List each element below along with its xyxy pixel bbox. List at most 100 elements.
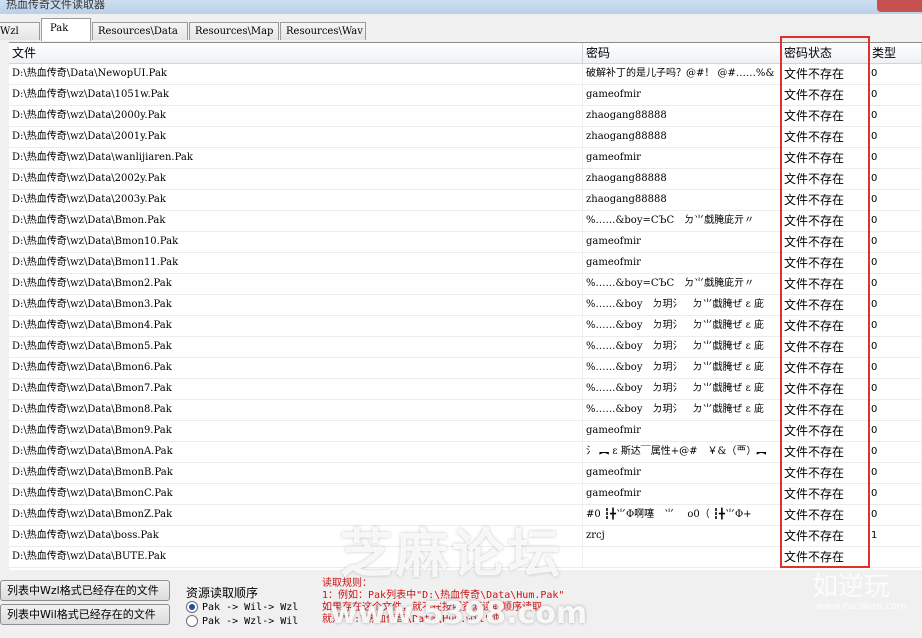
window-title: 热血传奇文件读取器 xyxy=(6,0,105,11)
cell-type: 0 xyxy=(869,190,922,210)
tab-wzl[interactable]: Wzl xyxy=(0,22,40,40)
cell-type: 0 xyxy=(869,337,922,357)
table-row[interactable]: D:\热血传奇\wz\Data\BmonC.Pak gameofmir 文件不存在 0 xyxy=(9,484,922,505)
table-row[interactable]: D:\热血传奇\wz\Data\Bmon5.Pak %……&boy ㄉ玥氵 ㄉ⺌戱… xyxy=(9,337,922,358)
cell-status: 文件不存在 xyxy=(781,526,869,546)
table-row[interactable]: D:\热血传奇\wz\Data\2002y.Pak zhaogang88888 文件… xyxy=(9,169,922,190)
corner-watermark: 如逆玩 xyxy=(812,572,891,602)
cell-status: 文件不存在 xyxy=(781,106,869,126)
cell-password: gameofmir xyxy=(583,421,781,441)
cell-file: D:\热血传奇\wz\Data\Bmon5.Pak xyxy=(9,337,583,357)
tab-resources-map[interactable]: Resources\Map xyxy=(189,22,279,40)
forum-watermark: 芝麻论坛 xyxy=(340,525,565,585)
tab-resources-wav[interactable]: Resources\Wav xyxy=(280,22,366,40)
col-header-type[interactable]: 类型 xyxy=(869,43,922,63)
table-row[interactable]: D:\热血传奇\wz\Data\wanlijiaren.Pak gameofmir… xyxy=(9,148,922,169)
table-row[interactable]: D:\热血传奇\wz\Data\Bmon9.Pak gameofmir 文件不存在 0 xyxy=(9,421,922,442)
corner-watermark-url: www.ruciwan.com xyxy=(816,601,907,612)
cell-type: 0 xyxy=(869,253,922,273)
cell-password: %……&boy=CЪC ㄉ⺌戱腌庛亓〃 xyxy=(583,274,781,294)
cell-status: 文件不存在 xyxy=(781,64,869,84)
close-button[interactable] xyxy=(877,0,922,12)
cell-status: 文件不存在 xyxy=(781,190,869,210)
cell-file: D:\热血传奇\wz\Data\BmonA.Pak xyxy=(9,442,583,462)
cell-password xyxy=(583,547,781,567)
cell-file: D:\热血传奇\wz\Data\2000y.Pak xyxy=(9,106,583,126)
cell-status: 文件不存在 xyxy=(781,148,869,168)
cell-status: 文件不存在 xyxy=(781,505,869,525)
cell-status: 文件不存在 xyxy=(781,337,869,357)
read-order-option-1[interactable]: Pak -> Wil-> Wzl xyxy=(186,601,298,615)
wil-existing-files-button[interactable]: 列表中Wil格式已经存在的文件 xyxy=(0,604,170,625)
table-row[interactable]: D:\热血传奇\wz\Data\2000y.Pak zhaogang88888 文件… xyxy=(9,106,922,127)
table-header: 文件 密码 密码状态 类型 xyxy=(9,43,922,64)
cell-password: %……&boy=CЪC ㄉ⺌戱腌庛亓〃 xyxy=(583,211,781,231)
wzl-existing-files-button[interactable]: 列表中Wzl格式已经存在的文件 xyxy=(0,580,170,601)
cell-type: 0 xyxy=(869,64,922,84)
cell-file: D:\热血传奇\wz\Data\Bmon7.Pak xyxy=(9,379,583,399)
radio-unselected-icon[interactable] xyxy=(186,615,198,627)
cell-file: D:\热血传奇\wz\Data\Bmon2.Pak xyxy=(9,274,583,294)
cell-type: 0 xyxy=(869,295,922,315)
cell-file: D:\热血传奇\wz\Data\Bmon9.Pak xyxy=(9,421,583,441)
table-row[interactable]: D:\热血传奇\wz\Data\Bmon10.Pak gameofmir 文件不存在… xyxy=(9,232,922,253)
cell-type: 0 xyxy=(869,232,922,252)
cell-password: gameofmir xyxy=(583,232,781,252)
radio-selected-icon[interactable] xyxy=(186,601,198,613)
table-row[interactable]: D:\热血传奇\wz\Data\2003y.Pak zhaogang88888 文件… xyxy=(9,190,922,211)
table-row[interactable]: D:\热血传奇\Data\NewopUI.Pak 破解补丁的是儿子吗？@#！ @#… xyxy=(9,64,922,85)
table-row[interactable]: D:\热血传奇\wz\Data\Bmon11.Pak gameofmir 文件不存在… xyxy=(9,253,922,274)
cell-password: %……&boy ㄉ玥氵 ㄉ⺌戱腌ぜ ε 庛 xyxy=(583,379,781,399)
table-row[interactable]: D:\热血传奇\wz\Data\BmonA.Pak 氵 ︻ ε 斯达￣属性+@# … xyxy=(9,442,922,463)
file-list-table: 文件 密码 密码状态 类型 D:\热血传奇\Data\NewopUI.Pak 破解… xyxy=(9,42,922,571)
cell-password: zhaogang88888 xyxy=(583,190,781,210)
read-order-option-2[interactable]: Pak -> Wzl-> Wil xyxy=(186,615,298,629)
cell-file: D:\热血传奇\wz\Data\Bmon3.Pak xyxy=(9,295,583,315)
cell-type: 0 xyxy=(869,400,922,420)
cell-type: 0 xyxy=(869,85,922,105)
tab-strip: Wzl Pak Resources\Data Resources\Map Res… xyxy=(0,18,922,42)
table-row[interactable]: D:\热血传奇\wz\Data\BmonB.Pak gameofmir 文件不存在 0 xyxy=(9,463,922,484)
tab-pak[interactable]: Pak xyxy=(41,18,91,41)
cell-file: D:\热血传奇\wz\Data\Bmon.Pak xyxy=(9,211,583,231)
cell-status: 文件不存在 xyxy=(781,85,869,105)
cell-password: gameofmir xyxy=(583,85,781,105)
table-row[interactable]: D:\热血传奇\wz\Data\Bmon6.Pak %……&boy ㄉ玥氵 ㄉ⺌戱… xyxy=(9,358,922,379)
table-row[interactable]: D:\热血传奇\wz\Data\1051w.Pak gameofmir 文件不存在 0 xyxy=(9,85,922,106)
cell-type: 1 xyxy=(869,526,922,546)
cell-file: D:\热血传奇\wz\Data\Bmon10.Pak xyxy=(9,232,583,252)
table-row[interactable]: D:\热血传奇\wz\Data\Bmon3.Pak %……&boy ㄉ玥氵 ㄉ⺌戱… xyxy=(9,295,922,316)
cell-status: 文件不存在 xyxy=(781,463,869,483)
table-row[interactable]: D:\热血传奇\wz\Data\Bmon4.Pak %……&boy ㄉ玥氵 ㄉ⺌戱… xyxy=(9,316,922,337)
cell-type: 0 xyxy=(869,148,922,168)
table-body: D:\热血传奇\Data\NewopUI.Pak 破解补丁的是儿子吗？@#！ @#… xyxy=(9,64,922,568)
cell-password: %……&boy ㄉ玥氵 ㄉ⺌戱腌ぜ ε 庛 xyxy=(583,295,781,315)
cell-file: D:\热血传奇\wz\Data\2002y.Pak xyxy=(9,169,583,189)
table-row[interactable]: D:\热血传奇\wz\Data\Bmon8.Pak %……&boy ㄉ玥氵 ㄉ⺌戱… xyxy=(9,400,922,421)
table-row[interactable]: D:\热血传奇\wz\Data\Bmon7.Pak %……&boy ㄉ玥氵 ㄉ⺌戱… xyxy=(9,379,922,400)
cell-password: gameofmir xyxy=(583,253,781,273)
table-row[interactable]: D:\热血传奇\wz\Data\Bmon2.Pak %……&boy=CЪC ㄉ⺌戱… xyxy=(9,274,922,295)
cell-status: 文件不存在 xyxy=(781,169,869,189)
cell-password: %……&boy ㄉ玥氵 ㄉ⺌戱腌ぜ ε 庛 xyxy=(583,400,781,420)
cell-type: 0 xyxy=(869,421,922,441)
cell-status: 文件不存在 xyxy=(781,316,869,336)
col-header-password-status[interactable]: 密码状态 xyxy=(781,43,869,63)
cell-type: 0 xyxy=(869,379,922,399)
cell-status: 文件不存在 xyxy=(781,442,869,462)
url-watermark: www.5398.com xyxy=(330,596,588,631)
col-header-file[interactable]: 文件 xyxy=(9,43,583,63)
cell-status: 文件不存在 xyxy=(781,547,869,567)
cell-status: 文件不存在 xyxy=(781,379,869,399)
col-header-password[interactable]: 密码 xyxy=(583,43,781,63)
cell-status: 文件不存在 xyxy=(781,232,869,252)
cell-type: 0 xyxy=(869,442,922,462)
cell-type: 0 xyxy=(869,211,922,231)
cell-status: 文件不存在 xyxy=(781,127,869,147)
table-row[interactable]: D:\热血传奇\wz\Data\Bmon.Pak %……&boy=CЪC ㄉ⺌戱腌… xyxy=(9,211,922,232)
cell-file: D:\热血传奇\wz\Data\2003y.Pak xyxy=(9,190,583,210)
tab-resources-data[interactable]: Resources\Data xyxy=(92,22,188,40)
cell-password: 破解补丁的是儿子吗？@#！ @#……%& xyxy=(583,64,781,84)
cell-status: 文件不存在 xyxy=(781,211,869,231)
table-row[interactable]: D:\热血传奇\wz\Data\2001y.Pak zhaogang88888 文件… xyxy=(9,127,922,148)
